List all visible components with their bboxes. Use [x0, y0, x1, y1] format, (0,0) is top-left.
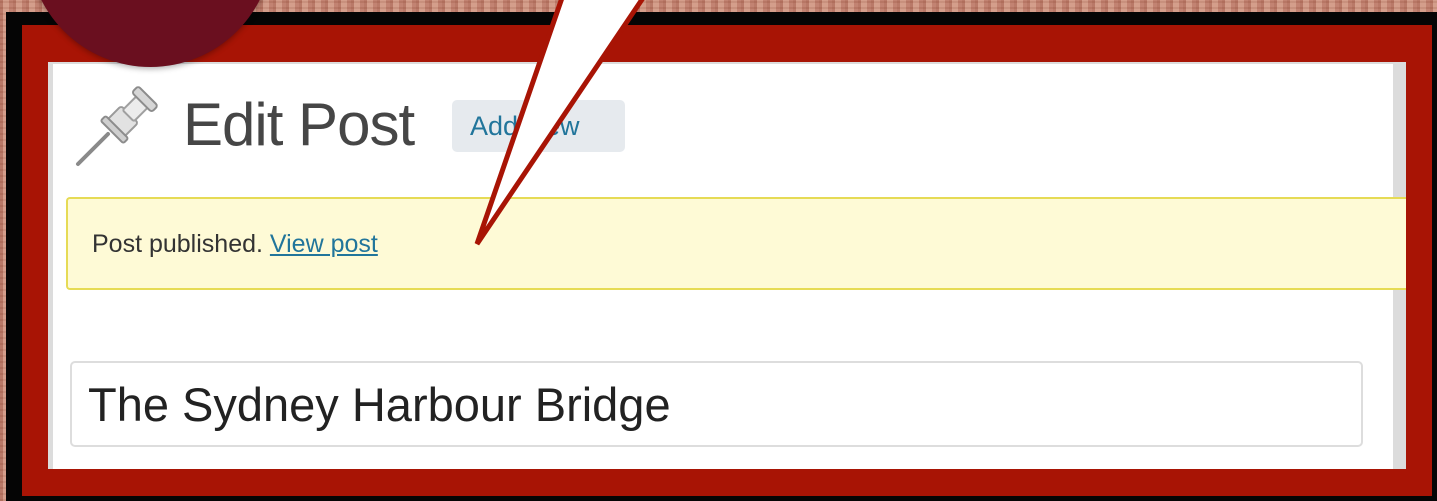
add-new-button[interactable]: Add New	[452, 100, 625, 152]
page-title: Edit Post	[183, 91, 415, 158]
view-post-link[interactable]: View post	[270, 230, 378, 258]
notice-message: Post published. View post	[92, 228, 378, 260]
notice-text: Post published.	[92, 230, 263, 258]
post-title-input[interactable]	[70, 361, 1363, 447]
pushpin-icon	[76, 86, 158, 166]
